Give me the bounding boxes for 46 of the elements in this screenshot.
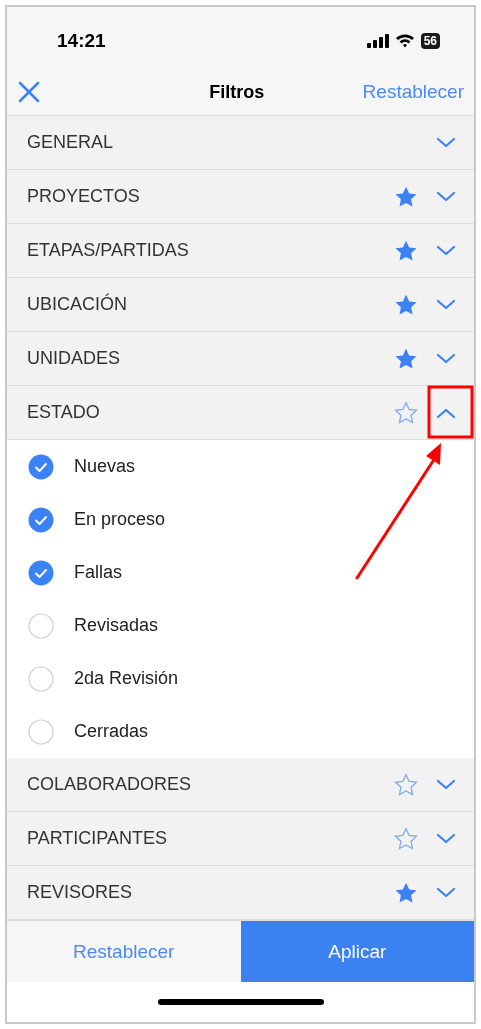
status-time: 14:21 [57, 28, 106, 53]
star-outline-icon[interactable] [393, 772, 419, 798]
apply-button[interactable]: Aplicar [240, 921, 474, 983]
checked-circle-icon[interactable] [28, 507, 54, 533]
section-header[interactable]: ETAPAS/PARTIDAS [7, 224, 474, 279]
section-header[interactable]: UNIDADES [7, 332, 474, 387]
signal-icon [366, 33, 389, 48]
section-title: ETAPAS/PARTIDAS [27, 239, 190, 263]
section-header[interactable]: COLABORADORES [7, 758, 474, 813]
section-header[interactable]: GENERAL [7, 116, 474, 171]
wifi-icon [394, 33, 415, 49]
chevron-down-icon[interactable] [436, 353, 456, 365]
chevron-down-icon[interactable] [436, 245, 456, 257]
section-title: UBICACIÓN [27, 292, 128, 317]
section-title: PARTICIPANTES [27, 827, 169, 851]
section-title: REVISORES [27, 881, 134, 905]
chevron-down-icon[interactable] [436, 887, 456, 899]
section-header[interactable]: PARTICIPANTES [7, 812, 474, 867]
close-icon[interactable] [17, 80, 41, 105]
star-outline-icon[interactable] [393, 826, 419, 852]
section-title: PROYECTOS [27, 185, 141, 209]
section-title: UNIDADES [27, 347, 121, 371]
star-outline-icon[interactable] [393, 400, 419, 426]
option-label: Cerradas [74, 720, 149, 744]
section-title: GENERAL [27, 131, 115, 155]
chevron-up-icon[interactable] [436, 407, 456, 419]
page-title: Filtros [209, 80, 265, 104]
section-header[interactable]: ESTADO [7, 386, 474, 441]
chevron-down-icon[interactable] [436, 779, 456, 791]
checked-circle-icon[interactable] [28, 454, 54, 480]
chevron-down-icon[interactable] [436, 137, 456, 149]
option-label: Revisadas [74, 614, 159, 638]
section-title: ESTADO [27, 401, 101, 425]
section-title: COLABORADORES [27, 773, 193, 797]
chevron-down-icon[interactable] [436, 191, 456, 203]
section-header[interactable]: REVISORES [7, 866, 474, 921]
section-header[interactable]: UBICACIÓN [7, 278, 474, 333]
option-label: Fallas [74, 561, 122, 585]
chevron-down-icon[interactable] [436, 299, 456, 311]
option-label: Nuevas [74, 455, 136, 479]
option-label: 2da Revisión [74, 667, 179, 691]
battery-level: 56 [420, 32, 440, 49]
chevron-down-icon[interactable] [436, 833, 456, 845]
option-label: En proceso [74, 508, 166, 532]
checked-circle-icon[interactable] [28, 560, 54, 586]
section-header[interactable]: PROYECTOS [7, 170, 474, 225]
